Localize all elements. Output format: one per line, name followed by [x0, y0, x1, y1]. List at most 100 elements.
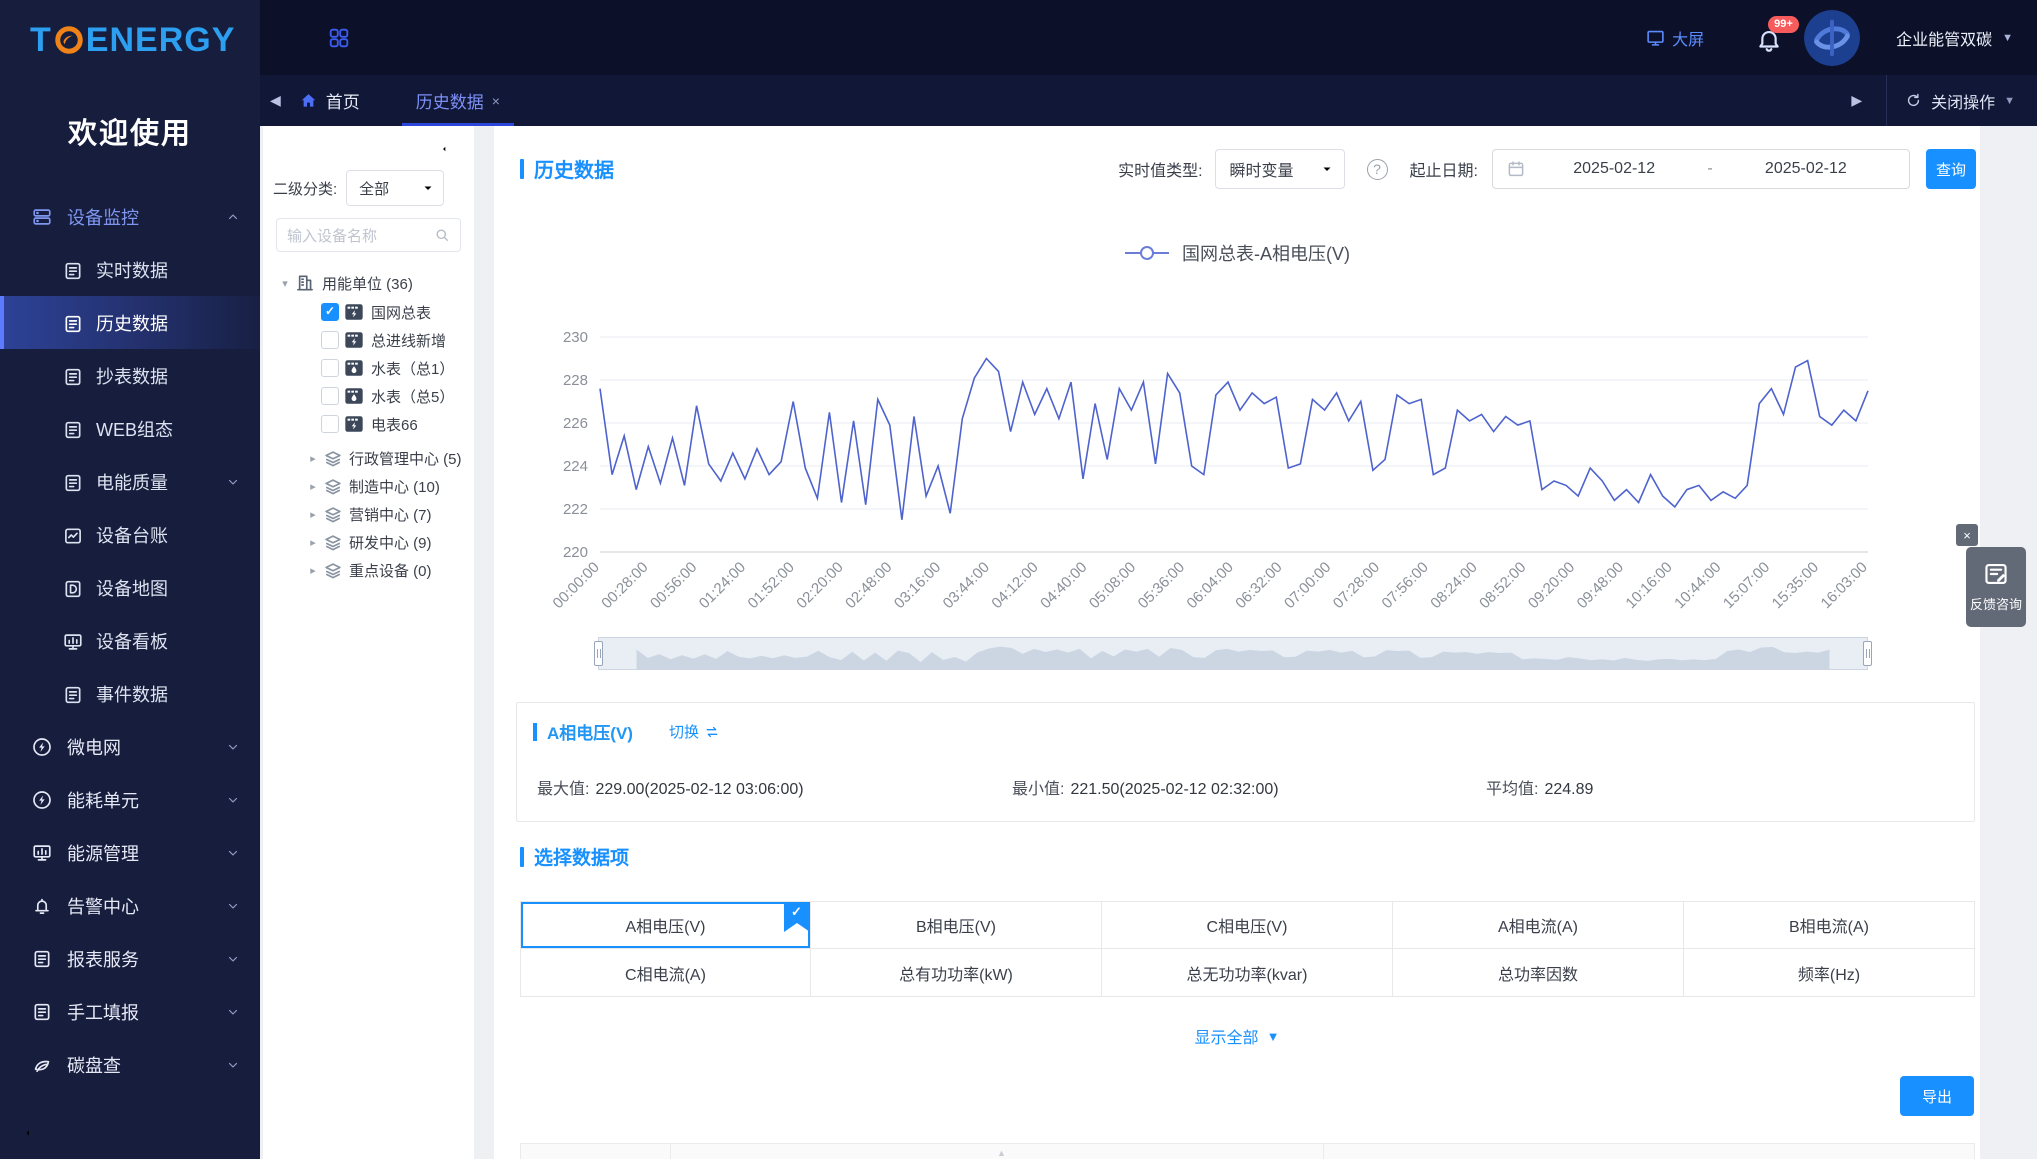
tree-device-电表66[interactable]: 电表66 [263, 410, 474, 438]
svg-text:230: 230 [563, 329, 588, 346]
data-item-label: B相电压(V) [916, 913, 996, 937]
sidebar-item-label: 设备台账 [96, 522, 168, 548]
sidebar-item-事件数据[interactable]: 事件数据 [0, 667, 260, 720]
sidebar-collapse-icon[interactable] [22, 1121, 46, 1145]
device-checkbox[interactable] [321, 359, 339, 377]
bolt-icon [32, 790, 52, 810]
tree-device-水表（总5）[interactable]: 水表（总5） [263, 382, 474, 410]
date-end-value[interactable]: 2025-02-12 [1717, 160, 1895, 178]
data-item-总有功功率(kW)[interactable]: 总有功功率(kW) [811, 949, 1102, 997]
notifications-button[interactable]: 99+ [1756, 24, 1782, 52]
sidebar-item-WEB组态[interactable]: WEB组态 [0, 402, 260, 455]
tabs-scroll-right-icon[interactable]: ▶ [1841, 92, 1872, 109]
tabs-scroll-left-icon[interactable]: ◀ [260, 92, 291, 109]
data-item-B相电流(A)[interactable]: B相电流(A) [1684, 901, 1975, 949]
sidebar-item-设备监控[interactable]: 设备监控 [0, 190, 260, 243]
sidebar-item-报表服务[interactable]: 报表服务 [0, 932, 260, 985]
sidebar-item-手工填报[interactable]: 手工填报 [0, 985, 260, 1038]
tree-device-水表（总1）[interactable]: 水表（总1） [263, 354, 474, 382]
chart-zoom-slider[interactable] [598, 637, 1868, 670]
data-item-频率(Hz)[interactable]: 频率(Hz) [1684, 949, 1975, 997]
tab-home[interactable]: 首页 [299, 88, 360, 113]
data-item-A相电压(V)[interactable]: A相电压(V) [520, 901, 811, 949]
tree-expander-icon[interactable]: ▾ [279, 277, 291, 290]
calendar-icon [1507, 160, 1525, 178]
tree-group-行政管理中心 (5)[interactable]: ▸行政管理中心 (5) [263, 444, 474, 472]
sidebar-item-设备台账[interactable]: 设备台账 [0, 508, 260, 561]
tab-close-icon[interactable]: × [492, 93, 500, 109]
data-item-总无功功率(kvar)[interactable]: 总无功功率(kvar) [1102, 949, 1393, 997]
tree-expander-icon[interactable]: ▸ [307, 564, 319, 577]
tree-expander-icon[interactable]: ▸ [307, 452, 319, 465]
tree-device-总进线新增[interactable]: 总进线新增 [263, 326, 474, 354]
sidebar-item-历史数据[interactable]: 历史数据 [0, 296, 260, 349]
tree-node-root[interactable]: ▾用能单位 (36) [263, 268, 474, 298]
avatar[interactable] [1804, 10, 1860, 66]
sidebar-item-微电网[interactable]: 微电网 [0, 720, 260, 773]
data-item-A相电流(A)[interactable]: A相电流(A) [1393, 901, 1684, 949]
chart-legend[interactable]: 国网总表-A相电压(V) [520, 240, 1954, 266]
date-start-value[interactable]: 2025-02-12 [1525, 160, 1703, 178]
tree-expander-icon[interactable]: ▸ [307, 508, 319, 521]
device-checkbox[interactable] [321, 387, 339, 405]
svg-text:07:28:00: 07:28:00 [1330, 559, 1383, 612]
org-switcher[interactable]: 企业能管双碳 ▼ [1896, 26, 2013, 50]
collapse-tree-icon[interactable] [438, 138, 460, 160]
data-item-C相电压(V)[interactable]: C相电压(V) [1102, 901, 1393, 949]
sidebar-item-能耗单元[interactable]: 能耗单元 [0, 773, 260, 826]
sidebar-item-碳盘查[interactable]: 碳盘查 [0, 1038, 260, 1091]
tree-group-重点设备 (0)[interactable]: ▸重点设备 (0) [263, 556, 474, 584]
big-screen-button[interactable]: 大屏 [1646, 26, 1704, 50]
svg-text:00:28:00: 00:28:00 [598, 559, 651, 612]
switch-metric-button[interactable]: 切换 [669, 721, 720, 742]
tree-expander-icon[interactable]: ▸ [307, 536, 319, 549]
sidebar-item-label: 实时数据 [96, 257, 168, 283]
device-checkbox[interactable] [321, 331, 339, 349]
data-item-总功率因数[interactable]: 总功率因数 [1393, 949, 1684, 997]
device-tree-panel: 二级分类: 全部 输入设备名称 ▾用能单位 (36)国网总表总进线新增水表（总1… [263, 126, 474, 1159]
tree-expander-icon[interactable]: ▸ [307, 480, 319, 493]
sidebar-item-实时数据[interactable]: 实时数据 [0, 243, 260, 296]
export-button[interactable]: 导出 [1900, 1076, 1974, 1116]
date-range-picker[interactable]: 2025-02-12 - 2025-02-12 [1492, 149, 1910, 189]
svg-text:08:52:00: 08:52:00 [1476, 559, 1529, 612]
sidebar-item-label: 设备监控 [67, 204, 139, 230]
chart-canvas[interactable]: 22022222422622823000:00:0000:28:0000:56:… [514, 276, 1954, 626]
tree-group-营销中心 (7)[interactable]: ▸营销中心 (7) [263, 500, 474, 528]
device-search-input[interactable]: 输入设备名称 [276, 218, 461, 252]
data-item-B相电压(V)[interactable]: B相电压(V) [811, 901, 1102, 949]
query-button[interactable]: 查询 [1926, 149, 1976, 189]
help-icon[interactable]: ? [1367, 159, 1388, 180]
close-operations-menu[interactable]: 关闭操作 ▼ [1905, 89, 2037, 113]
tree-group-制造中心 (10)[interactable]: ▸制造中心 (10) [263, 472, 474, 500]
svg-text:06:32:00: 06:32:00 [1232, 559, 1285, 612]
realtime-type-label: 实时值类型: [1118, 157, 1202, 181]
apps-icon[interactable] [328, 27, 350, 49]
sidebar-item-设备看板[interactable]: 设备看板 [0, 614, 260, 667]
feedback-button[interactable]: 反馈咨询 [1966, 547, 2026, 627]
stats-panel: A相电压(V) 切换 最大值:229.00(2025-02-12 03:06:0… [516, 702, 1975, 822]
tree-group-研发中心 (9)[interactable]: ▸研发中心 (9) [263, 528, 474, 556]
tab-history-data[interactable]: 历史数据 × [402, 75, 514, 126]
device-checkbox[interactable] [321, 415, 339, 433]
sidebar-item-电能质量[interactable]: 电能质量 [0, 455, 260, 508]
slider-handle-right[interactable] [1863, 641, 1872, 666]
show-all-toggle[interactable]: 显示全部 ▼ [494, 1024, 1980, 1048]
feedback-close-icon[interactable]: × [1956, 524, 1978, 546]
legend-marker-icon [1124, 245, 1170, 261]
sidebar-item-能源管理[interactable]: 能源管理 [0, 826, 260, 879]
sort-caret-icon[interactable]: ▲ [997, 1149, 1006, 1157]
sidebar-item-告警中心[interactable]: 告警中心 [0, 879, 260, 932]
category-select[interactable]: 全部 [346, 170, 444, 206]
category-row: 二级分类: 全部 [273, 170, 474, 206]
chevron-down-icon [226, 846, 240, 860]
realtime-type-select[interactable]: 瞬时变量 [1215, 149, 1345, 189]
sidebar-item-抄表数据[interactable]: 抄表数据 [0, 349, 260, 402]
slider-handle-left[interactable] [594, 641, 603, 666]
data-item-C相电流(A)[interactable]: C相电流(A) [520, 949, 811, 997]
tree-device-国网总表[interactable]: 国网总表 [263, 298, 474, 326]
sidebar-item-label: 事件数据 [96, 681, 168, 707]
sidebar-item-设备地图[interactable]: 设备地图 [0, 561, 260, 614]
device-checkbox[interactable] [321, 303, 339, 321]
line-chart[interactable]: 22022222422622823000:00:0000:28:0000:56:… [514, 276, 1954, 626]
